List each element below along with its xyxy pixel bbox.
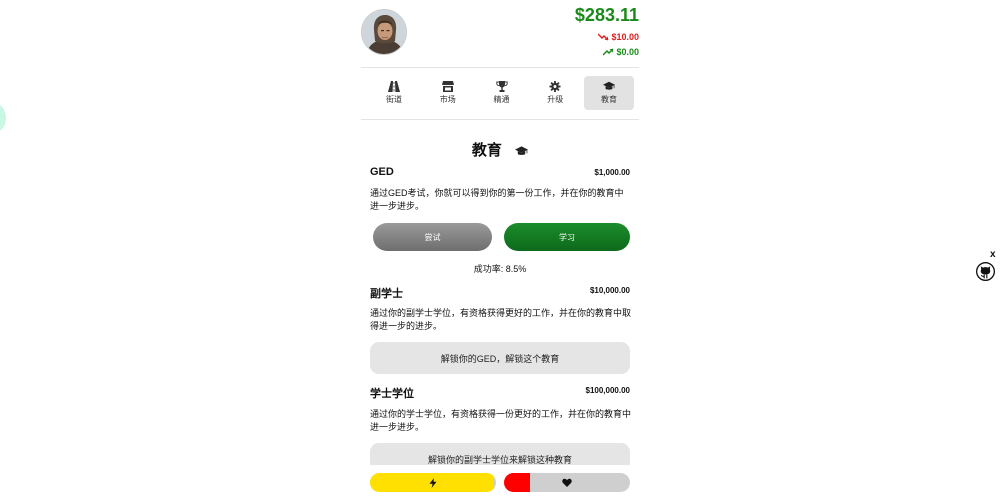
income-rate: $0.00	[603, 47, 639, 57]
status-bars	[361, 465, 639, 501]
course-description: 通过你的学士学位，有资格获得一份更好的工作，并在你的教育中进一步进步。	[370, 409, 632, 432]
trophy-icon	[495, 81, 508, 92]
expense-amount: $10.00	[611, 32, 639, 42]
github-icon[interactable]	[975, 261, 996, 282]
balance-amount: $283.11	[574, 5, 639, 25]
page-title-text: 教育	[471, 142, 502, 159]
locked-course-button[interactable]: 解锁你的GED，解锁这个教育	[370, 342, 630, 374]
header: $283.11 $10.00 $0.00	[361, 0, 639, 66]
side-decoration	[0, 104, 6, 132]
course-title: 副学士	[370, 288, 403, 300]
study-button[interactable]: 学习	[504, 223, 630, 251]
store-icon	[441, 81, 454, 92]
gear-icon	[549, 81, 561, 92]
tab-education[interactable]: 教育	[584, 76, 634, 110]
avatar	[361, 9, 407, 55]
tab-label: 街道	[386, 95, 402, 104]
tab-market[interactable]: 市场	[423, 76, 473, 110]
expense-rate: $10.00	[598, 32, 639, 42]
tab-upgrade[interactable]: 升级	[530, 76, 580, 110]
tab-label: 精通	[493, 95, 510, 104]
lightning-icon	[429, 477, 437, 488]
trend-down-icon	[598, 33, 609, 41]
health-bar	[504, 473, 630, 492]
energy-bar	[370, 473, 496, 492]
try-button[interactable]: 尝试	[373, 223, 492, 251]
course-title: GED	[370, 166, 394, 178]
income-amount: $0.00	[616, 47, 639, 57]
close-widget-button[interactable]: x	[990, 249, 996, 260]
tab-label: 教育	[601, 95, 617, 104]
course-cost: $10,000.00	[589, 286, 630, 295]
tab-label: 市场	[439, 95, 456, 104]
education-list: 教育 GED $1,000.00 通过GED考试，你就可以得到你的第一份工作，并…	[361, 120, 639, 465]
heart-icon	[562, 478, 572, 487]
course-description: 通过你的副学士学位，有资格获得更好的工作，并在你的教育中取得进一步的进步。	[370, 308, 632, 331]
course-cost: $1,000.00	[594, 168, 630, 177]
tab-label: 升级	[547, 95, 564, 104]
main-nav: 街道 市场 精通 升级 教育	[361, 76, 639, 110]
page-title: 教育	[361, 139, 639, 160]
graduation-cap-icon	[515, 145, 529, 155]
course-description: 通过GED考试，你就可以得到你的第一份工作，并在你的教育中进一步进步。	[370, 188, 624, 211]
game-panel: $283.11 $10.00 $0.00 街道 市场 精通 升级 教育 教育 G…	[361, 0, 639, 501]
health-bar-fill	[504, 473, 531, 492]
header-divider	[361, 67, 639, 68]
road-icon	[388, 81, 400, 92]
locked-course-button[interactable]: 解锁你的副学士学位来解锁这种教育	[370, 443, 630, 465]
course-title: 学士学位	[370, 388, 414, 400]
trend-up-icon	[603, 48, 614, 56]
tab-street[interactable]: 街道	[369, 76, 419, 110]
course-cost: $100,000.00	[585, 386, 631, 395]
graduation-cap-icon	[603, 81, 615, 92]
success-rate: 成功率: 8.5%	[473, 264, 527, 274]
tab-mastery[interactable]: 精通	[477, 76, 527, 110]
